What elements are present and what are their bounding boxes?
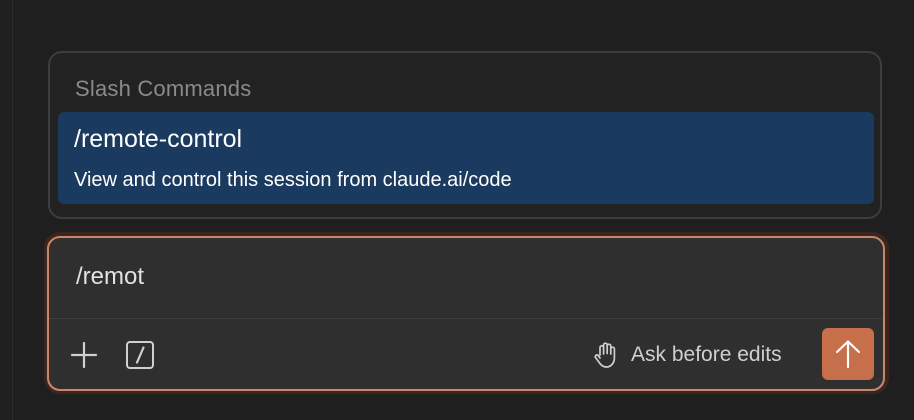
- permission-mode-toggle[interactable]: Ask before edits: [593, 340, 782, 370]
- popup-header: Slash Commands: [75, 76, 252, 101]
- message-input[interactable]: [76, 263, 836, 291]
- send-button[interactable]: [822, 328, 874, 380]
- permission-mode-label: Ask before edits: [631, 343, 782, 366]
- plus-icon: [70, 341, 98, 369]
- arrow-up-icon: [835, 340, 861, 369]
- command-description: View and control this session from claud…: [74, 169, 512, 191]
- composer-divider: [49, 318, 883, 319]
- slash-commands-popup: Slash Commands /remote-control View and …: [48, 51, 882, 219]
- slash-commands-button[interactable]: [125, 340, 155, 370]
- app-root: Slash Commands /remote-control View and …: [0, 0, 914, 420]
- command-item-remote-control[interactable]: /remote-control View and control this se…: [58, 112, 874, 204]
- sidebar-divider: [12, 0, 13, 420]
- hand-icon: [594, 342, 616, 368]
- command-name: /remote-control: [74, 125, 243, 153]
- composer: Ask before edits: [47, 236, 885, 391]
- slash-command-icon: [126, 341, 154, 369]
- attach-button[interactable]: [69, 340, 99, 370]
